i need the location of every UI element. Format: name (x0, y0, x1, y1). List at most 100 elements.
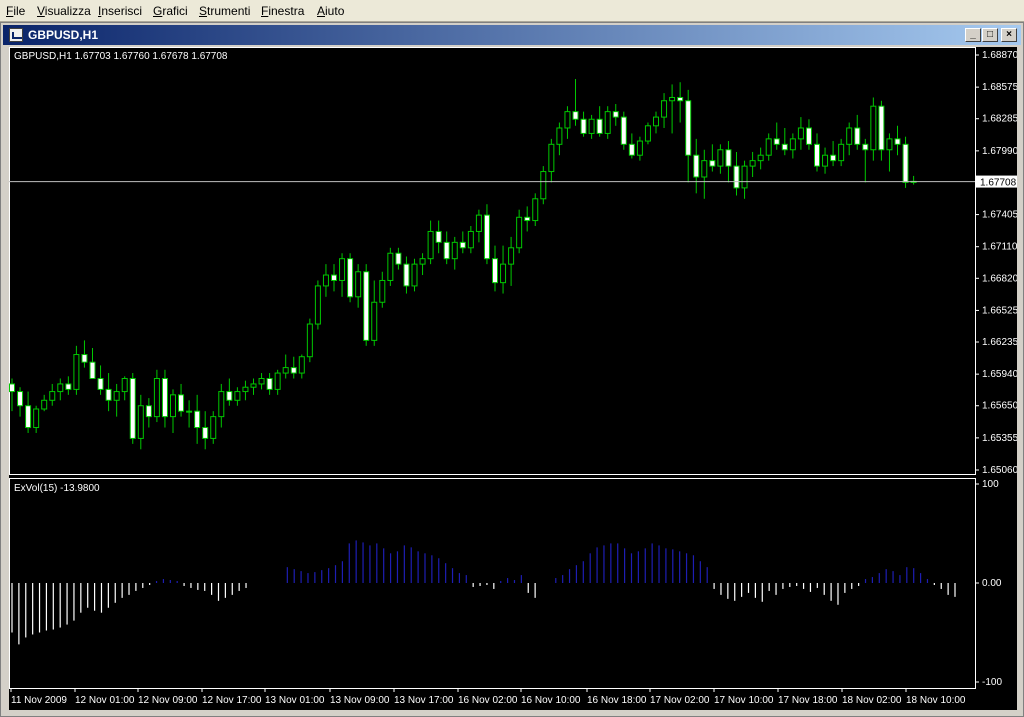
bear-candle-body (178, 394, 185, 412)
candle (564, 106, 571, 139)
bear-candle-body (620, 116, 627, 145)
bear-candle-body (65, 383, 72, 390)
bull-candle-body (653, 116, 659, 127)
bear-candle-body (902, 143, 909, 183)
menu-file[interactable]: File (6, 4, 25, 18)
time-tick-label: 17 Nov 18:00 (778, 695, 838, 706)
indicator-tick-label: 0.00 (982, 578, 1002, 589)
bear-candle-body (363, 271, 370, 341)
time-tick-label: 16 Nov 18:00 (587, 695, 647, 706)
bull-candle-body (411, 263, 418, 287)
bull-candle-body (846, 127, 853, 145)
window-titlebar[interactable]: GBPUSD,H1 _ □ × (3, 25, 1021, 45)
candle (669, 84, 676, 134)
bear-candle-body (894, 138, 901, 145)
candle (379, 271, 386, 308)
close-button[interactable]: × (1001, 28, 1017, 42)
candle (830, 141, 837, 167)
bull-candle-body (822, 154, 829, 167)
candle (878, 100, 885, 161)
bear-candle-body (202, 427, 209, 439)
candle (717, 144, 724, 174)
candle (854, 114, 861, 150)
chart-canvas[interactable]: 1.688701.685751.682851.679901.677051.674… (9, 47, 1019, 710)
bear-candle-body (145, 405, 152, 418)
menu-finestra[interactable]: Finestra (261, 4, 304, 18)
time-tick-label: 12 Nov 09:00 (138, 695, 198, 706)
time-tick-label: 12 Nov 01:00 (75, 695, 135, 706)
bull-candle-body (508, 247, 515, 265)
candle (322, 264, 329, 297)
candle (202, 411, 209, 450)
candle (910, 175, 917, 185)
candle (298, 354, 305, 379)
candle (41, 394, 48, 412)
bear-candle-body (781, 143, 788, 151)
price-tick-label: 1.65355 (982, 433, 1017, 444)
candle (121, 376, 128, 401)
bull-candle-body (475, 214, 482, 232)
price-tick-label: 1.65940 (982, 369, 1017, 380)
menu-inserisci[interactable]: Inserisci (98, 4, 142, 18)
chart-area[interactable]: 1.688701.685751.682851.679901.677051.674… (9, 47, 1019, 710)
candle (113, 383, 120, 417)
candle (588, 114, 595, 139)
bull-candle-body (234, 391, 241, 401)
indicator-tick-label: -100 (982, 677, 1002, 688)
candle (65, 376, 72, 395)
candle (693, 138, 700, 194)
bear-candle-body (395, 252, 402, 265)
candle (532, 193, 539, 227)
candle (805, 119, 812, 150)
menu-grafici[interactable]: Grafici (153, 4, 188, 18)
bear-candle-body (459, 241, 466, 249)
menu-visualizza[interactable]: Visualizza (37, 4, 91, 18)
candle (306, 318, 313, 363)
bull-candle-body (41, 399, 48, 410)
bull-candle-body (306, 323, 313, 358)
bear-candle-body (628, 143, 635, 156)
bear-candle-body (81, 354, 88, 363)
price-tick-label: 1.68870 (982, 50, 1017, 61)
candle (33, 405, 40, 433)
bear-candle-body (685, 100, 692, 156)
bear-candle-body (805, 127, 812, 145)
price-tick-label: 1.66820 (982, 273, 1017, 284)
bull-candle-body (886, 138, 893, 151)
candle (89, 348, 96, 380)
bull-candle-body (540, 171, 547, 200)
bull-candle-body (556, 127, 563, 145)
candle (129, 373, 136, 444)
candle (451, 236, 458, 270)
bear-candle-body (290, 367, 297, 374)
bull-candle-body (564, 111, 571, 129)
bull-candle-body (644, 125, 651, 142)
bull-candle-body (121, 378, 128, 393)
minimize-button[interactable]: _ (965, 28, 981, 42)
time-tick-label: 13 Nov 09:00 (330, 695, 390, 706)
candle (572, 78, 579, 126)
bear-candle-body (161, 378, 168, 418)
time-tick-label: 17 Nov 02:00 (650, 695, 710, 706)
bull-candle-body (797, 127, 804, 140)
bull-candle-body (757, 154, 764, 162)
time-tick-label: 18 Nov 02:00 (842, 695, 902, 706)
menu-aiuto[interactable]: Aiuto (317, 4, 344, 18)
bull-candle-body (717, 149, 724, 167)
candle (475, 209, 482, 243)
bear-candle-body (492, 258, 498, 284)
menu-strumenti[interactable]: Strumenti (199, 4, 250, 18)
time-tick-label: 16 Nov 02:00 (458, 695, 518, 706)
bear-candle-body (580, 118, 587, 134)
candle (145, 398, 152, 428)
bear-candle-body (677, 96, 684, 102)
bull-candle-body (322, 274, 329, 287)
candle (725, 141, 732, 183)
bear-candle-body (226, 391, 233, 401)
bull-candle-body (669, 96, 676, 102)
candle (242, 380, 249, 401)
restore-button[interactable]: □ (982, 28, 998, 42)
candle (266, 373, 273, 395)
candle (97, 365, 104, 395)
candle (258, 373, 265, 390)
